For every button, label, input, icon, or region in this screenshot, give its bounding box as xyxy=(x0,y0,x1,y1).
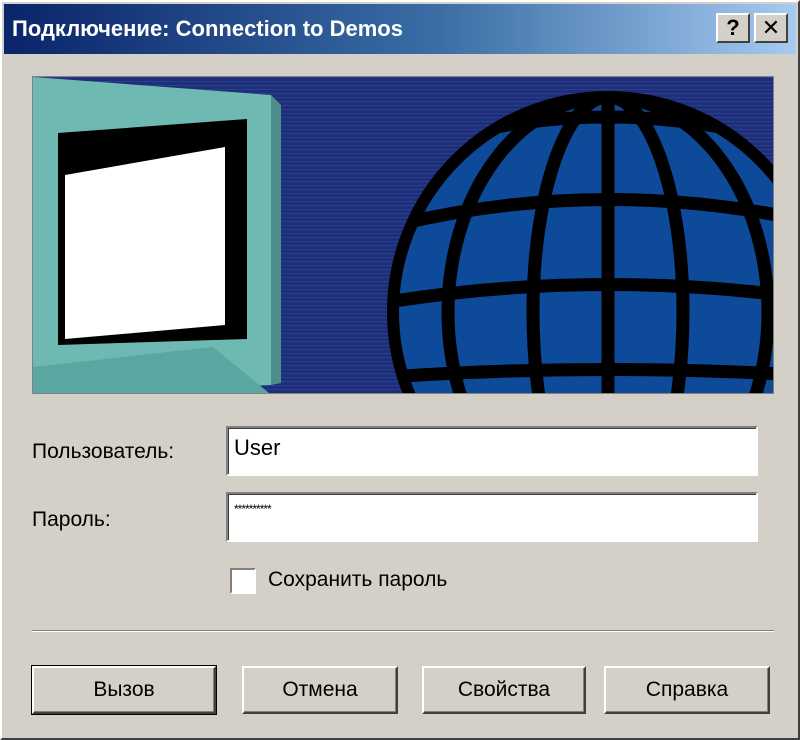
password-label: Пароль: xyxy=(32,508,111,531)
help-title-button[interactable]: ? xyxy=(716,13,750,43)
save-password-checkbox[interactable] xyxy=(230,568,256,594)
help-button[interactable]: Справка xyxy=(604,666,770,714)
save-password-label[interactable]: Сохранить пароль xyxy=(268,568,447,592)
separator-line xyxy=(32,630,774,632)
password-field[interactable] xyxy=(226,492,758,542)
user-field[interactable] xyxy=(226,426,758,476)
cancel-button[interactable]: Отмена xyxy=(242,666,398,714)
password-input[interactable] xyxy=(228,494,756,540)
connection-dialog: Подключение: Connection to Demos ? ✕ Пол… xyxy=(0,0,800,740)
computer-monitor-icon xyxy=(33,77,281,393)
close-button[interactable]: ✕ xyxy=(754,13,788,43)
window-title: Подключение: Connection to Demos xyxy=(12,16,403,41)
title-bar[interactable]: Подключение: Connection to Demos ? ✕ xyxy=(4,4,796,54)
user-input[interactable] xyxy=(228,428,756,474)
dial-button[interactable]: Вызов xyxy=(31,665,217,715)
connection-banner-image xyxy=(32,76,774,394)
user-label: Пользователь: xyxy=(32,440,175,463)
properties-button[interactable]: Свойства xyxy=(422,666,586,714)
